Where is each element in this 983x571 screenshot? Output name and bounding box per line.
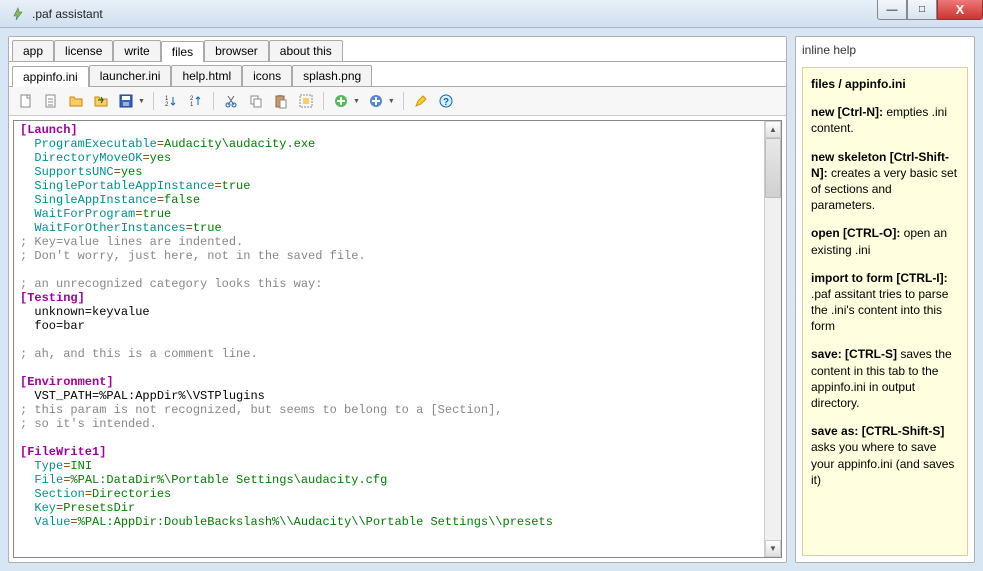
titlebar[interactable]: .paf assistant — □ X [0, 0, 983, 28]
subtab-launcher-ini[interactable]: launcher.ini [89, 65, 172, 86]
help-item: save: [CTRL-S] saves the content in this… [811, 346, 959, 411]
maximize-button[interactable]: □ [907, 0, 937, 20]
help-item: save as: [CTRL-Shift-S] asks you where t… [811, 423, 959, 488]
help-item: open [CTRL-O]: open an existing .ini [811, 225, 959, 257]
highlight-button[interactable] [410, 90, 432, 112]
dropdown-arrow-icon[interactable]: ▼ [353, 98, 360, 105]
paste-button[interactable] [270, 90, 292, 112]
add-section-button[interactable] [365, 90, 387, 112]
help-box: files / appinfo.ini new [Ctrl-N]: emptie… [802, 67, 968, 556]
svg-text:2: 2 [165, 102, 169, 108]
app-icon [10, 6, 26, 22]
toolbar-separator [323, 92, 324, 110]
vertical-scrollbar[interactable]: ▲ ▼ [764, 121, 781, 557]
help-item: new [Ctrl-N]: empties .ini content. [811, 104, 959, 136]
toolbar-separator [403, 92, 404, 110]
sort-asc-button[interactable]: 12 [160, 90, 182, 112]
subtab-icons[interactable]: icons [242, 65, 292, 86]
tab-write[interactable]: write [113, 40, 160, 61]
scroll-down-button[interactable]: ▼ [765, 540, 781, 557]
editor-container: [Launch] ProgramExecutable=Audacity\auda… [13, 120, 782, 558]
window-controls: — □ X [877, 0, 983, 20]
open-button[interactable] [65, 90, 87, 112]
tab-license[interactable]: license [54, 40, 113, 61]
toolbar-separator [153, 92, 154, 110]
save-button[interactable] [115, 90, 137, 112]
toolbar-separator [213, 92, 214, 110]
dropdown-arrow-icon[interactable]: ▼ [388, 98, 395, 105]
help-item: import to form [CTRL-I]: .paf assitant t… [811, 270, 959, 335]
select-all-button[interactable] [295, 90, 317, 112]
dropdown-arrow-icon[interactable]: ▼ [138, 98, 145, 105]
tab-files[interactable]: files [161, 41, 204, 62]
svg-text:?: ? [443, 97, 449, 108]
scroll-up-button[interactable]: ▲ [765, 121, 781, 138]
subtab-appinfo-ini[interactable]: appinfo.ini [12, 66, 89, 87]
tab-browser[interactable]: browser [204, 40, 269, 61]
copy-button[interactable] [245, 90, 267, 112]
tabs-primary: applicensewritefilesbrowserabout this [9, 37, 786, 62]
cut-button[interactable] [220, 90, 242, 112]
new-skeleton-button[interactable] [40, 90, 62, 112]
tabs-secondary: appinfo.inilauncher.inihelp.htmliconsspl… [9, 62, 786, 87]
side-panel: inline help files / appinfo.ini new [Ctr… [795, 36, 975, 563]
tab-about-this[interactable]: about this [269, 40, 343, 61]
scroll-thumb[interactable] [765, 138, 781, 198]
window-title: .paf assistant [32, 7, 103, 21]
add-button[interactable] [330, 90, 352, 112]
toolbar: ▼1221▼▼? [9, 87, 786, 116]
side-header: inline help [802, 43, 968, 57]
code-editor[interactable]: [Launch] ProgramExecutable=Audacity\auda… [14, 121, 764, 557]
subtab-help-html[interactable]: help.html [171, 65, 242, 86]
sort-desc-button[interactable]: 21 [185, 90, 207, 112]
help-title: files / appinfo.ini [811, 76, 959, 92]
new-file-button[interactable] [15, 90, 37, 112]
close-button[interactable]: X [937, 0, 983, 20]
subtab-splash-png[interactable]: splash.png [292, 65, 372, 86]
svg-text:1: 1 [190, 102, 194, 108]
help-item: new skeleton [Ctrl-Shift-N]: creates a v… [811, 149, 959, 214]
import-button[interactable] [90, 90, 112, 112]
minimize-button[interactable]: — [877, 0, 907, 20]
tab-app[interactable]: app [12, 40, 54, 61]
help-button[interactable]: ? [435, 90, 457, 112]
main-panel: applicensewritefilesbrowserabout this ap… [8, 36, 787, 563]
